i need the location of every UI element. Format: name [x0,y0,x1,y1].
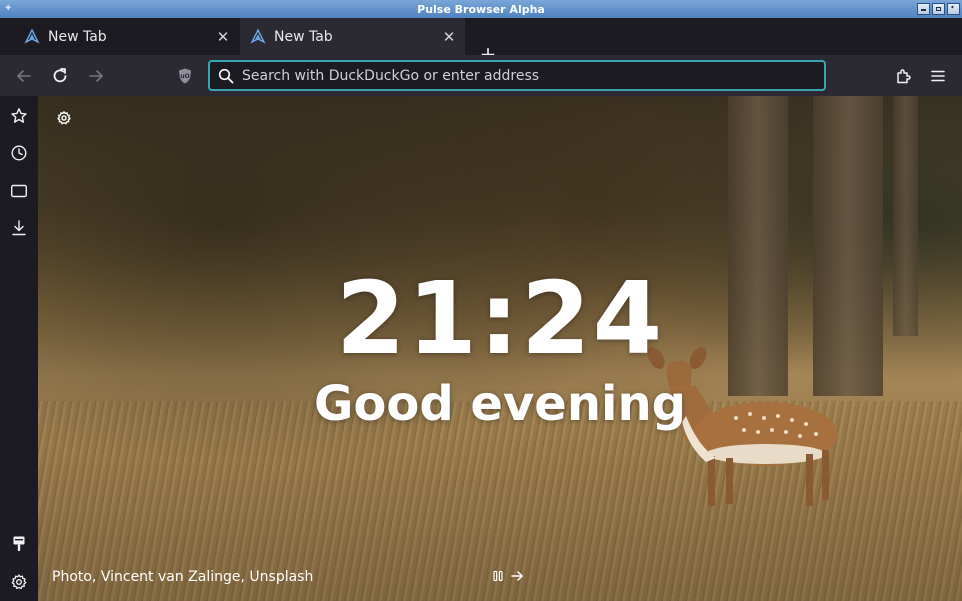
greeting: Good evening [314,376,686,432]
close-window-button[interactable] [947,3,960,15]
ublock-extension-button[interactable]: uO [172,63,198,89]
reload-button[interactable] [47,63,73,89]
back-icon [17,70,31,82]
tab-new-tab-2[interactable]: New Tab ✕ [240,18,465,55]
app-logo-icon: ✦ [4,3,13,14]
pause-icon [493,570,503,582]
sidebar-customize-button[interactable] [7,532,31,556]
window-titlebar: ✦ Pulse Browser Alpha [0,0,962,18]
new-tab-page: 21:24 Good evening Photo, Vincent van Za… [38,96,962,601]
sidebar-history-button[interactable] [7,141,31,165]
address-bar[interactable] [208,60,826,91]
sidebar-tabs-button[interactable] [7,179,31,203]
navigation-toolbar: uO [0,55,962,96]
window-title: Pulse Browser Alpha [417,2,545,16]
star-icon [11,108,27,123]
arrow-right-icon [511,571,523,581]
brush-icon [13,536,25,551]
sidebar-bookmarks-button[interactable] [7,104,31,128]
tab-icon [11,184,28,198]
maximize-button[interactable] [932,3,945,15]
menu-icon [931,70,945,82]
gear-icon [11,574,27,590]
tab-bar: New Tab ✕ New Tab ✕ + [0,18,962,65]
search-icon [218,68,234,83]
gear-icon [57,111,71,125]
download-icon [12,220,26,236]
reload-icon [53,68,67,83]
close-tab-icon[interactable]: ✕ [439,27,459,47]
svg-text:uO: uO [180,73,189,80]
clock: 21:24 [335,260,665,377]
sidebar [0,96,38,601]
sidebar-downloads-button[interactable] [7,216,31,240]
back-button[interactable] [11,63,37,89]
history-icon [11,145,27,161]
sidebar-settings-button[interactable] [7,570,31,594]
photo-credit[interactable]: Photo, Vincent van Zalinge, Unsplash [52,569,313,585]
pulse-favicon-icon [24,28,40,44]
extensions-button[interactable] [890,63,916,89]
tab-label: New Tab [48,28,107,45]
shield-icon: uO [179,68,191,84]
forward-icon [89,70,103,82]
pulse-favicon-icon [250,28,266,44]
minimize-button[interactable] [917,3,930,15]
forward-button[interactable] [83,63,109,89]
tab-new-tab-1[interactable]: New Tab ✕ [14,18,239,55]
extensions-icon [897,69,911,84]
newtab-settings-button[interactable] [54,108,74,128]
pause-background-button[interactable] [492,570,506,584]
menu-button[interactable] [925,63,951,89]
tab-label: New Tab [274,28,333,45]
next-background-button[interactable] [510,568,526,584]
close-tab-icon[interactable]: ✕ [213,27,233,47]
address-input[interactable] [242,67,802,84]
